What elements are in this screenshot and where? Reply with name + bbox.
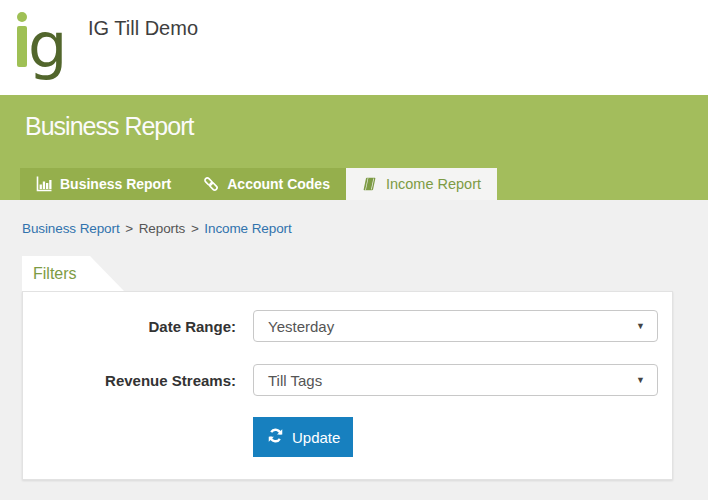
tab-account-codes[interactable]: Account Codes bbox=[187, 168, 346, 200]
filters-section: Filters Date Range: Yesterday ▼ Revenue … bbox=[22, 256, 673, 480]
tab-income-report[interactable]: Income Report bbox=[346, 168, 497, 200]
bar-chart-icon bbox=[36, 176, 52, 192]
filters-tab[interactable]: Filters bbox=[22, 256, 90, 291]
update-button[interactable]: Update bbox=[253, 417, 353, 457]
app-title: IG Till Demo bbox=[88, 17, 198, 40]
refresh-icon bbox=[268, 428, 283, 446]
revenue-streams-label: Revenue Streams: bbox=[37, 372, 253, 389]
date-range-label: Date Range: bbox=[37, 318, 253, 335]
date-range-select[interactable]: Yesterday ▼ bbox=[253, 310, 658, 342]
breadcrumb-link-business-report[interactable]: Business Report bbox=[22, 221, 120, 236]
update-button-label: Update bbox=[292, 429, 340, 446]
logo-letter-i-dot bbox=[17, 12, 27, 22]
breadcrumb: Business Report > Reports > Income Repor… bbox=[0, 200, 708, 256]
breadcrumb-item-reports: Reports bbox=[139, 221, 186, 236]
revenue-streams-value: Till Tags bbox=[268, 372, 322, 389]
link-icon bbox=[203, 176, 219, 192]
revenue-streams-select[interactable]: Till Tags ▼ bbox=[253, 364, 658, 396]
button-row: Update bbox=[253, 417, 658, 457]
page-header-band: Business Report Business Report Account … bbox=[0, 95, 708, 200]
filters-tab-label: Filters bbox=[33, 265, 77, 283]
date-range-value: Yesterday bbox=[268, 318, 334, 335]
page-title: Business Report bbox=[25, 112, 193, 141]
breadcrumb-link-income-report[interactable]: Income Report bbox=[204, 221, 291, 236]
filters-panel: Date Range: Yesterday ▼ Revenue Streams:… bbox=[22, 291, 673, 480]
report-tabs: Business Report Account Codes Income Rep… bbox=[20, 168, 497, 200]
breadcrumb-separator: > bbox=[191, 221, 199, 236]
app-logo: g bbox=[17, 0, 97, 90]
logo-letter-i-stem bbox=[17, 26, 27, 67]
tab-label: Business Report bbox=[60, 176, 171, 192]
app-header: g IG Till Demo bbox=[0, 0, 708, 95]
form-row-revenue-streams: Revenue Streams: Till Tags ▼ bbox=[37, 364, 658, 396]
tab-business-report[interactable]: Business Report bbox=[20, 168, 187, 200]
chevron-down-icon: ▼ bbox=[636, 321, 645, 331]
breadcrumb-separator: > bbox=[125, 221, 133, 236]
tab-label: Income Report bbox=[386, 176, 481, 192]
form-row-date-range: Date Range: Yesterday ▼ bbox=[37, 310, 658, 342]
tab-label: Account Codes bbox=[227, 176, 330, 192]
logo-letter-g: g bbox=[28, 15, 67, 77]
chevron-down-icon: ▼ bbox=[636, 375, 645, 385]
book-icon bbox=[362, 176, 378, 192]
